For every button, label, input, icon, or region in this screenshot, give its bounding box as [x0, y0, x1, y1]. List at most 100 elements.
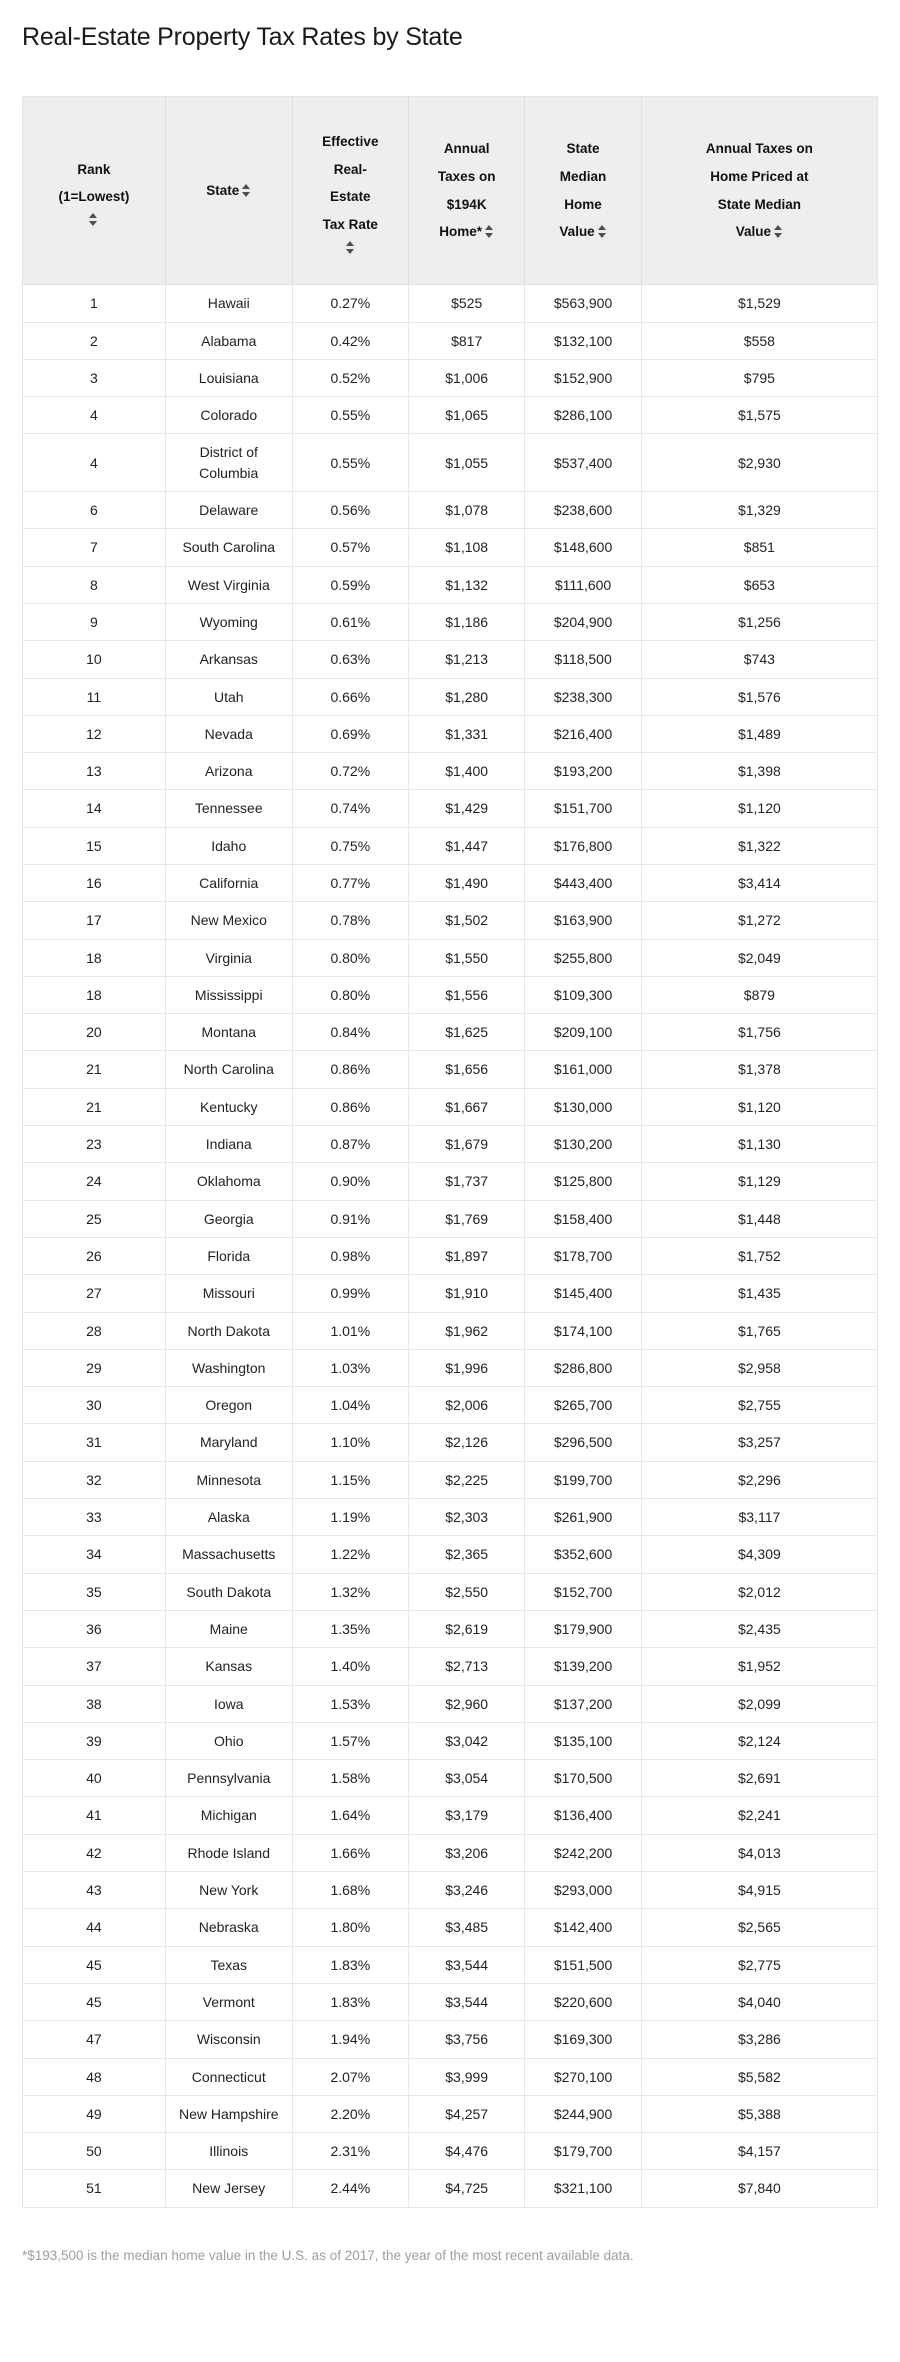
cell-state: Virginia	[165, 939, 293, 977]
cell-annual-taxes-state-median: $1,329	[641, 491, 878, 530]
column-header-state-median-home-value[interactable]: State Median Home Value	[524, 96, 642, 286]
table-row: 47 Wisconsin 1.94% $3,756 $169,300 $3,286	[22, 2020, 878, 2059]
cell-rank: 43	[22, 1871, 166, 1910]
cell-annual-taxes-state-median: $2,049	[641, 939, 878, 977]
cell-rank: 9	[22, 603, 166, 642]
cell-rank: 15	[22, 827, 166, 866]
cell-state-median-home-value: $151,700	[524, 789, 642, 828]
cell-state-median-home-value: $136,400	[524, 1796, 642, 1835]
cell-state: Alaska	[165, 1498, 293, 1537]
sort-updown-icon[interactable]	[485, 225, 494, 239]
cell-effective-rate: 1.40%	[292, 1647, 410, 1686]
table-wrapper: Rank (1=Lowest) State Effective Real- Es…	[22, 96, 878, 2208]
cell-effective-rate: 0.91%	[292, 1200, 410, 1238]
cell-effective-rate: 0.61%	[292, 603, 410, 642]
header-label-taxmed-line1: Annual Taxes on	[705, 141, 813, 157]
cell-annual-taxes-state-median: $3,117	[641, 1498, 878, 1537]
cell-rank: 39	[22, 1722, 166, 1761]
column-header-state[interactable]: State	[165, 96, 293, 286]
cell-annual-taxes-state-median: $743	[641, 640, 878, 679]
header-label-rate-line4: Tax Rate	[322, 216, 378, 232]
column-header-effective-rate[interactable]: Effective Real- Estate Tax Rate	[292, 96, 410, 286]
cell-annual-taxes-state-median: $4,013	[641, 1834, 878, 1873]
cell-annual-taxes-194k: $3,544	[408, 1946, 526, 1984]
cell-annual-taxes-state-median: $1,120	[641, 1088, 878, 1127]
column-header-rank[interactable]: Rank (1=Lowest)	[22, 96, 166, 286]
cell-annual-taxes-194k: $3,999	[408, 2058, 526, 2096]
cell-effective-rate: 1.83%	[292, 1946, 410, 1984]
cell-annual-taxes-194k: $3,179	[408, 1796, 526, 1835]
cell-state-median-home-value: $145,400	[524, 1274, 642, 1313]
cell-state-median-home-value: $152,900	[524, 359, 642, 398]
cell-annual-taxes-194k: $3,246	[408, 1871, 526, 1910]
cell-state: Nebraska	[165, 1908, 293, 1947]
cell-annual-taxes-state-median: $851	[641, 528, 878, 567]
cell-state-median-home-value: $238,300	[524, 678, 642, 716]
cell-state-median-home-value: $170,500	[524, 1759, 642, 1798]
cell-effective-rate: 1.66%	[292, 1834, 410, 1873]
column-header-annual-taxes-state-median[interactable]: Annual Taxes on Home Priced at State Med…	[641, 96, 878, 286]
cell-rank: 48	[22, 2058, 166, 2096]
cell-annual-taxes-194k: $1,502	[408, 901, 526, 940]
cell-state-median-home-value: $199,700	[524, 1461, 642, 1500]
cell-effective-rate: 0.90%	[292, 1162, 410, 1201]
cell-annual-taxes-194k: $1,186	[408, 603, 526, 642]
table-row: 35 South Dakota 1.32% $2,550 $152,700 $2,012	[22, 1573, 878, 1611]
cell-rank: 14	[22, 789, 166, 828]
sort-updown-icon[interactable]	[242, 183, 251, 197]
sort-updown-icon[interactable]	[774, 225, 783, 239]
header-label-tax194-line2: Taxes on	[437, 169, 496, 185]
sort-updown-icon[interactable]	[89, 212, 98, 226]
cell-state: South Dakota	[165, 1573, 293, 1611]
header-label-rate-line1: Effective	[322, 133, 379, 149]
cell-annual-taxes-state-median: $1,756	[641, 1013, 878, 1052]
header-label-rate-line2: Real-	[333, 161, 367, 177]
cell-state-median-home-value: $174,100	[524, 1312, 642, 1350]
page-container: Real-Estate Property Tax Rates by State …	[0, 0, 900, 2269]
header-row: Rank (1=Lowest) State Effective Real- Es…	[22, 96, 878, 286]
cell-state-median-home-value: $109,300	[524, 976, 642, 1015]
table-row: 32 Minnesota 1.15% $2,225 $199,700 $2,296	[22, 1461, 878, 1500]
header-label-taxmed-line3: State Median	[717, 196, 802, 212]
cell-state-median-home-value: $265,700	[524, 1386, 642, 1425]
cell-state: Pennsylvania	[165, 1759, 293, 1798]
table-row: 15 Idaho 0.75% $1,447 $176,800 $1,322	[22, 827, 878, 866]
cell-state-median-home-value: $142,400	[524, 1908, 642, 1947]
table-row: 26 Florida 0.98% $1,897 $178,700 $1,752	[22, 1237, 878, 1276]
table-row: 25 Georgia 0.91% $1,769 $158,400 $1,448	[22, 1200, 878, 1238]
cell-annual-taxes-194k: $3,544	[408, 1983, 526, 2022]
cell-annual-taxes-state-median: $4,157	[641, 2132, 878, 2171]
table-row: 31 Maryland 1.10% $2,126 $296,500 $3,257	[22, 1423, 878, 1462]
cell-annual-taxes-194k: $1,897	[408, 1237, 526, 1276]
cell-annual-taxes-state-median: $1,448	[641, 1200, 878, 1238]
cell-state-median-home-value: $286,800	[524, 1349, 642, 1388]
cell-annual-taxes-state-median: $795	[641, 359, 878, 398]
cell-effective-rate: 2.44%	[292, 2169, 410, 2208]
cell-annual-taxes-194k: $2,303	[408, 1498, 526, 1537]
cell-annual-taxes-194k: $2,365	[408, 1535, 526, 1574]
table-row: 51 New Jersey 2.44% $4,725 $321,100 $7,840	[22, 2169, 878, 2208]
cell-rank: 50	[22, 2132, 166, 2171]
cell-rank: 29	[22, 1349, 166, 1388]
cell-state: South Carolina	[165, 528, 293, 567]
cell-annual-taxes-194k: $3,485	[408, 1908, 526, 1947]
table-row: 24 Oklahoma 0.90% $1,737 $125,800 $1,129	[22, 1162, 878, 1201]
cell-annual-taxes-194k: $1,447	[408, 827, 526, 866]
cell-annual-taxes-state-median: $3,286	[641, 2020, 878, 2059]
cell-state: North Dakota	[165, 1312, 293, 1350]
sort-updown-icon[interactable]	[597, 225, 607, 239]
column-header-annual-taxes-194k[interactable]: Annual Taxes on $194K Home*	[408, 96, 526, 286]
cell-effective-rate: 0.56%	[292, 491, 410, 530]
cell-effective-rate: 1.58%	[292, 1759, 410, 1798]
cell-state-median-home-value: $118,500	[524, 640, 642, 679]
sort-updown-icon[interactable]	[345, 240, 355, 254]
header-label-median-line2: Median	[559, 169, 607, 185]
cell-annual-taxes-194k: $2,225	[408, 1461, 526, 1500]
cell-effective-rate: 0.74%	[292, 789, 410, 828]
cell-state-median-home-value: $209,100	[524, 1013, 642, 1052]
cell-effective-rate: 1.83%	[292, 1983, 410, 2022]
cell-state: Hawaii	[165, 284, 293, 323]
header-label-median-line4: Value	[559, 224, 595, 240]
cell-annual-taxes-194k: $1,550	[408, 939, 526, 977]
cell-effective-rate: 1.04%	[292, 1386, 410, 1425]
